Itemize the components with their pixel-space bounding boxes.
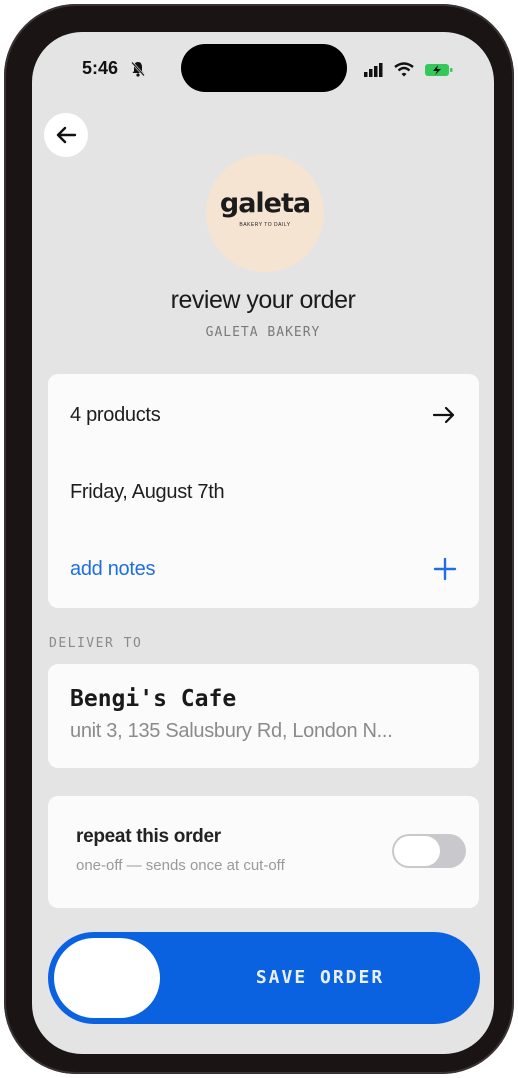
delivery-address: unit 3, 135 Salusbury Rd, London N... [70,720,393,742]
save-order-button[interactable]: SAVE ORDER [48,932,480,1024]
toggle-knob [394,836,440,866]
save-order-label: SAVE ORDER [255,967,385,988]
page-title: review your order [170,286,356,314]
repeat-order-card: repeat this order one-off — sends once a… [48,796,479,908]
delivery-address-card[interactable]: Bengi's Cafe unit 3, 135 Salusbury Rd, L… [48,664,479,768]
delivery-date: Friday, August 7th [70,480,225,503]
add-notes-link[interactable]: add notes [70,558,155,581]
repeat-order-subtitle: one-off — sends once at cut-off [76,857,285,874]
logo-wordmark: galeta [219,188,311,219]
vendor-name: GALETA BAKERY [205,325,321,340]
plus-icon[interactable] [433,557,457,581]
repeat-order-title: repeat this order [76,826,221,847]
app-screen: 5:46 galeta BAKERY TO DAILY review your … [32,32,494,1054]
logo-tagline: BAKERY TO DAILY [239,222,291,228]
battery-charging-icon [425,64,453,76]
dynamic-island [181,44,347,92]
deliver-to-label: DELIVER TO [49,636,143,651]
order-summary-card: 4 products Friday, August 7th add notes [48,374,479,608]
phone-frame: 5:46 galeta BAKERY TO DAILY review your … [4,4,514,1074]
status-bar: 5:46 [32,32,494,112]
vendor-logo: galeta BAKERY TO DAILY [206,154,324,272]
wifi-icon [394,62,414,77]
status-time: 5:46 [82,58,119,78]
silent-bell-icon [131,61,145,77]
slide-handle[interactable] [54,938,160,1018]
delivery-date-row[interactable]: Friday, August 7th [70,477,457,507]
arrow-right-icon [432,406,455,424]
delivery-place-name: Bengi's Cafe [70,686,237,712]
arrow-left-icon [56,126,77,144]
add-notes-row[interactable]: add notes [70,554,457,584]
products-row[interactable]: 4 products [70,400,457,430]
back-button[interactable] [44,113,88,157]
repeat-order-toggle[interactable] [392,834,466,868]
cellular-signal-icon [364,63,383,77]
products-count: 4 products [70,403,161,426]
